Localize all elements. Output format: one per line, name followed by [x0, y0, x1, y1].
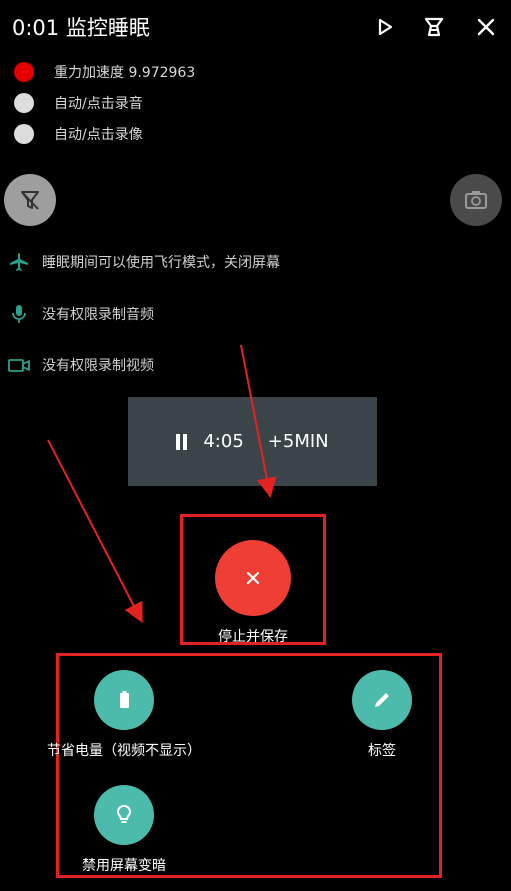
lightbulb-icon — [116, 804, 132, 823]
annotation-arrow-options — [47, 439, 143, 624]
battery-icon — [120, 691, 129, 708]
tag-button[interactable] — [352, 670, 412, 730]
stop-save-button[interactable] — [215, 540, 291, 616]
stop-save-label: 停止并保存 — [218, 629, 288, 645]
close-icon — [246, 571, 260, 585]
battery-saver-button[interactable] — [94, 670, 154, 730]
disable-dim-label: 禁用屏幕变暗 — [82, 858, 166, 874]
pencil-icon — [375, 693, 389, 707]
tag-label: 标签 — [368, 743, 396, 759]
annotation-arrow-stop — [240, 344, 277, 498]
battery-saver-label: 节省电量（视频不显示） — [47, 743, 201, 759]
disable-dim-button[interactable] — [94, 785, 154, 845]
